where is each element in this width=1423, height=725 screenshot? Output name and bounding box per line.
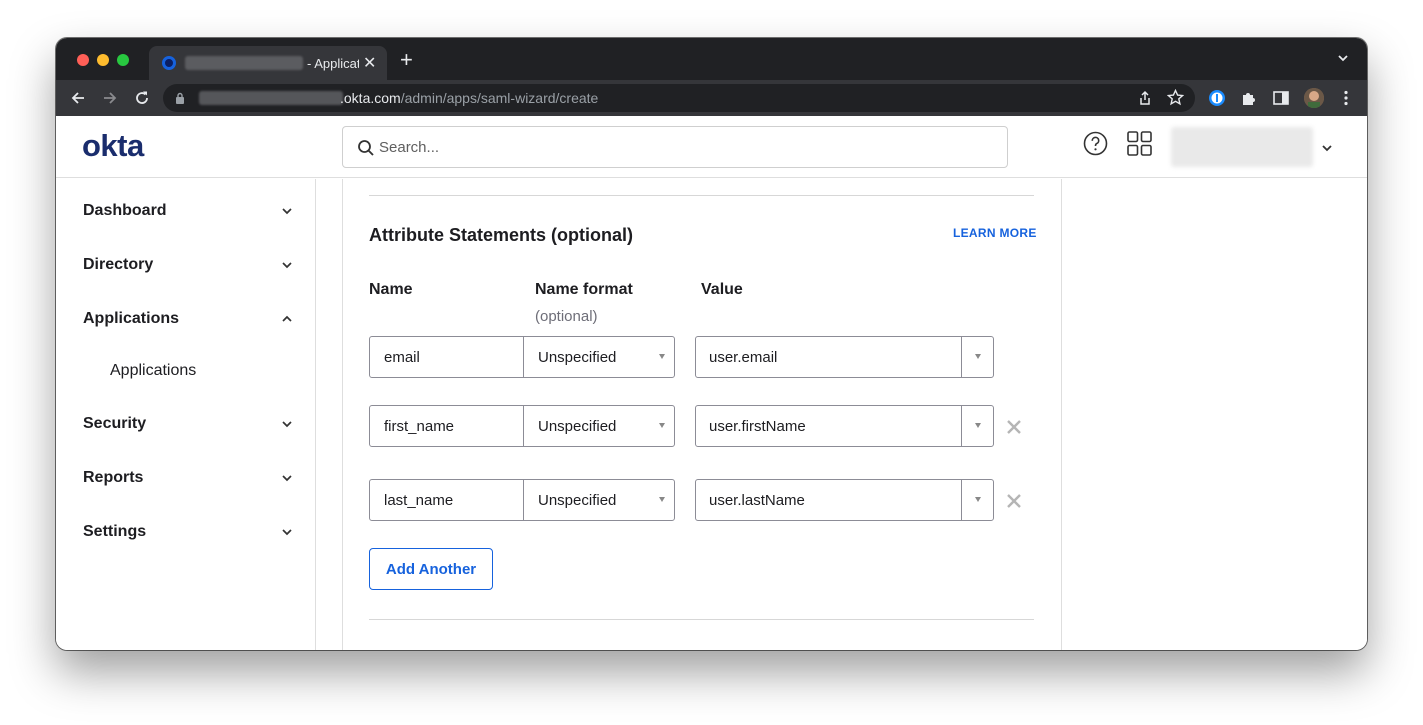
attribute-row: Unspecified [369,405,1049,447]
search-input[interactable] [379,136,979,158]
okta-header: okta [56,116,1367,178]
redacted-url-text [199,91,343,105]
value-dropdown-button[interactable] [961,336,994,378]
chevron-down-icon [282,475,292,482]
remove-row-close-icon[interactable] [1005,492,1023,510]
sidebar-subitem-label: Applications [110,362,197,379]
address-bar[interactable]: .okta.com/admin/apps/saml-wizard/create [163,84,1195,112]
chevron-down-icon [282,529,292,536]
section-divider-bottom [369,619,1034,620]
attribute-name-input[interactable] [369,405,524,447]
password-manager-extension-icon[interactable] [1208,89,1226,107]
section-title: Attribute Statements (optional) [369,225,633,245]
chevron-up-icon [282,315,292,322]
close-window-button[interactable] [77,54,89,66]
search-box[interactable] [342,126,1008,168]
lock-icon [176,92,184,104]
main-content: Attribute Statements (optional) LEARN MO… [317,179,1367,650]
url-path: /admin/apps/saml-wizard/create [400,90,599,106]
sidebar-item-label: Applications [83,310,180,327]
sidebar-item-label: Dashboard [83,202,167,219]
back-arrow-icon[interactable] [69,89,87,107]
url-text: .okta.com/admin/apps/saml-wizard/create [340,90,598,106]
bookmark-star-icon[interactable] [1167,89,1184,106]
okta-logo[interactable]: okta [82,128,144,164]
sidebar-subitem-applications[interactable]: Applications [110,357,290,385]
tab-close-icon[interactable]: ✕ [363,53,376,73]
learn-more-link[interactable]: LEARN MORE [953,226,1037,240]
profile-avatar[interactable] [1304,88,1324,108]
section-divider-top [369,195,1034,196]
dropdown-arrow-icon [659,354,665,359]
browser-toolbar: .okta.com/admin/apps/saml-wizard/create [56,80,1367,116]
redacted-user-menu[interactable] [1171,127,1313,167]
redacted-tab-text [185,56,303,70]
name-format-value: Unspecified [538,418,617,435]
chevron-down-icon [282,208,292,215]
user-menu-chevron-down-icon[interactable] [1320,141,1334,155]
new-tab-button[interactable]: + [400,49,413,71]
name-format-value: Unspecified [538,492,617,509]
add-another-button[interactable]: Add Another [369,548,493,590]
column-header-name-format: Name format [535,281,633,298]
value-dropdown-button[interactable] [961,405,994,447]
attribute-value-input[interactable] [695,479,962,521]
sidebar-item-directory[interactable]: Directory [83,250,293,280]
dropdown-arrow-icon [975,497,981,502]
reload-icon[interactable] [133,89,151,107]
forward-arrow-icon[interactable] [101,89,119,107]
sidebar-item-security[interactable]: Security [83,409,293,439]
dropdown-arrow-icon [975,354,981,359]
chevron-down-icon [282,421,292,428]
sidebar-item-label: Settings [83,523,147,540]
sidebar-item-label: Security [83,415,147,432]
chevron-down-icon [282,262,292,269]
attribute-row: Unspecified [369,336,1049,378]
dropdown-arrow-icon [659,423,665,428]
browser-window: - Applicat ✕ + .okta.com/admin/apps/saml… [56,38,1367,650]
side-panel-icon[interactable] [1272,89,1290,107]
column-header-name: Name [369,281,413,298]
sidebar-item-label: Directory [83,256,154,273]
name-format-value: Unspecified [538,349,617,366]
attribute-value-input[interactable] [695,405,962,447]
tab-strip: - Applicat ✕ + [56,38,1367,80]
attribute-name-input[interactable] [369,479,524,521]
profile-face-icon [1304,88,1324,108]
column-header-value: Value [701,281,743,298]
tab-title: - Applicat [307,56,359,71]
browser-menu-icon[interactable] [1337,89,1355,107]
tab-search-chevron-icon[interactable] [1336,51,1350,65]
dropdown-arrow-icon [975,423,981,428]
value-dropdown-button[interactable] [961,479,994,521]
url-host: .okta.com [340,90,401,106]
attribute-row: Unspecified [369,479,1049,521]
share-icon[interactable] [1137,90,1153,106]
extensions-puzzle-icon[interactable] [1240,89,1258,107]
attribute-statements-panel: Attribute Statements (optional) LEARN MO… [342,179,1062,650]
name-format-select[interactable]: Unspecified [523,336,675,378]
name-format-select[interactable]: Unspecified [523,479,675,521]
sidebar-item-settings[interactable]: Settings [83,517,293,547]
maximize-window-button[interactable] [117,54,129,66]
search-icon [358,140,374,156]
sidebar-nav: Dashboard Directory Applications Applica… [56,179,316,650]
name-format-select[interactable]: Unspecified [523,405,675,447]
app-grid-icon[interactable] [1127,131,1152,156]
sidebar-item-reports[interactable]: Reports [83,463,293,493]
dropdown-arrow-icon [659,497,665,502]
browser-tab-active[interactable]: - Applicat ✕ [149,46,387,80]
column-header-optional: (optional) [535,308,598,325]
attribute-value-input[interactable] [695,336,962,378]
sidebar-item-dashboard[interactable]: Dashboard [83,196,293,226]
remove-row-close-icon[interactable] [1005,418,1023,436]
okta-favicon-icon [162,56,176,70]
attribute-name-input[interactable] [369,336,524,378]
minimize-window-button[interactable] [97,54,109,66]
sidebar-item-label: Reports [83,469,144,486]
sidebar-item-applications[interactable]: Applications [83,304,293,334]
help-icon[interactable] [1083,131,1108,156]
